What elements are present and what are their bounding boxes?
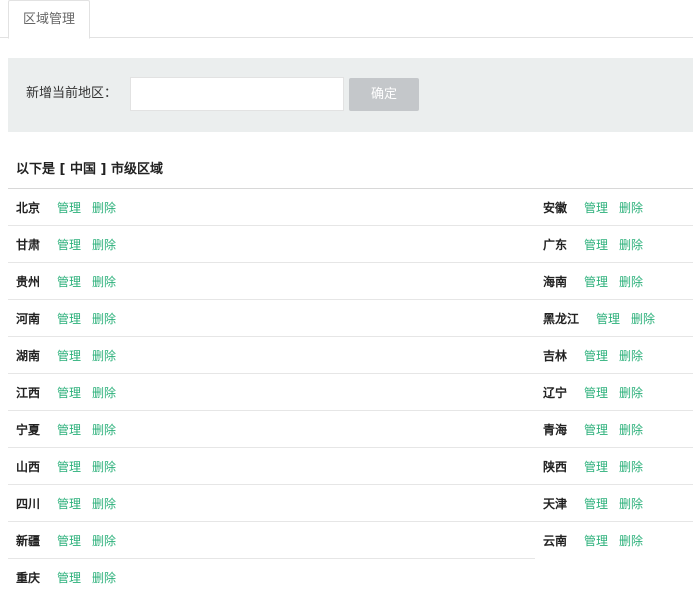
manage-link[interactable]: 管理	[584, 533, 608, 549]
region-row: 天津 管理 删除	[535, 485, 693, 522]
region-name-input[interactable]	[130, 77, 344, 111]
delete-link[interactable]: 删除	[619, 459, 643, 475]
region-name: 江西	[16, 386, 41, 400]
manage-link[interactable]: 管理	[57, 237, 81, 253]
region-row: 江西 管理 删除	[8, 374, 535, 411]
region-name: 贵州	[16, 275, 41, 289]
add-region-panel: 新增当前地区： 确定	[8, 58, 693, 132]
manage-link[interactable]: 管理	[57, 311, 81, 327]
add-region-label: 新增当前地区：	[26, 86, 118, 101]
manage-link[interactable]: 管理	[57, 274, 81, 290]
region-row: 贵州 管理 删除	[8, 263, 535, 300]
region-row: 云南 管理 删除	[535, 522, 693, 559]
delete-link[interactable]: 删除	[92, 385, 116, 401]
region-row: 安徽 管理 删除	[535, 189, 693, 226]
delete-link[interactable]: 删除	[92, 459, 116, 475]
region-list-right: 安徽 管理 删除 广东 管理 删除 海南 管理 删除 黑龙江 管理 删除 吉林 管理 删除 辽宁 管理 删除 青海管…	[535, 189, 693, 559]
region-row: 黑龙江 管理 删除	[535, 300, 693, 337]
delete-link[interactable]: 删除	[92, 422, 116, 438]
manage-link[interactable]: 管理	[584, 459, 608, 475]
region-row: 宁夏 管理 删除	[8, 411, 535, 448]
region-name: 广东	[543, 238, 568, 252]
delete-link[interactable]: 删除	[631, 311, 655, 327]
tab-bar: 区域管理	[0, 0, 693, 39]
manage-link[interactable]: 管理	[57, 200, 81, 216]
region-name: 海南	[543, 275, 568, 289]
region-row: 重庆 管理 删除	[8, 559, 535, 596]
region-name: 湖南	[16, 349, 41, 363]
delete-link[interactable]: 删除	[619, 422, 643, 438]
region-row: 陕西 管理 删除	[535, 448, 693, 485]
region-name: 辽宁	[543, 386, 568, 400]
region-name: 新疆	[16, 534, 41, 548]
manage-link[interactable]: 管理	[57, 422, 81, 438]
delete-link[interactable]: 删除	[619, 348, 643, 364]
region-name: 吉林	[543, 349, 568, 363]
region-name: 重庆	[16, 571, 41, 585]
delete-link[interactable]: 删除	[619, 533, 643, 549]
region-name: 青海	[543, 423, 568, 437]
region-name: 天津	[543, 497, 568, 511]
manage-link[interactable]: 管理	[596, 311, 620, 327]
manage-link[interactable]: 管理	[57, 533, 81, 549]
region-list-left: 北京 管理 删除 甘肃 管理 删除 贵州 管理 删除 河南 管理 删除 湖南 管理 删除 江西 管理 删除 宁夏 管理…	[8, 189, 535, 596]
delete-link[interactable]: 删除	[619, 237, 643, 253]
region-name: 安徽	[543, 201, 568, 215]
manage-link[interactable]: 管理	[57, 570, 81, 586]
confirm-button[interactable]: 确定	[349, 78, 419, 111]
region-name: 北京	[16, 201, 41, 215]
region-row: 新疆 管理 删除	[8, 522, 535, 559]
region-row: 青海 管理 删除	[535, 411, 693, 448]
manage-link[interactable]: 管理	[57, 385, 81, 401]
manage-link[interactable]: 管理	[57, 496, 81, 512]
region-name: 四川	[16, 497, 41, 511]
manage-link[interactable]: 管理	[584, 385, 608, 401]
delete-link[interactable]: 删除	[92, 533, 116, 549]
delete-link[interactable]: 删除	[619, 385, 643, 401]
region-row: 河南 管理 删除	[8, 300, 535, 337]
manage-link[interactable]: 管理	[584, 422, 608, 438]
delete-link[interactable]: 删除	[92, 570, 116, 586]
manage-link[interactable]: 管理	[57, 459, 81, 475]
delete-link[interactable]: 删除	[92, 200, 116, 216]
region-list-title: 以下是 [ 中国 ] 市级区域	[16, 162, 163, 177]
manage-link[interactable]: 管理	[584, 496, 608, 512]
region-row: 甘肃 管理 删除	[8, 226, 535, 263]
region-name: 云南	[543, 534, 568, 548]
delete-link[interactable]: 删除	[619, 496, 643, 512]
region-row: 辽宁 管理 删除	[535, 374, 693, 411]
delete-link[interactable]: 删除	[619, 200, 643, 216]
region-row: 山西 管理 删除	[8, 448, 535, 485]
region-row: 四川 管理 删除	[8, 485, 535, 522]
delete-link[interactable]: 删除	[92, 274, 116, 290]
manage-link[interactable]: 管理	[57, 348, 81, 364]
manage-link[interactable]: 管理	[584, 237, 608, 253]
delete-link[interactable]: 删除	[92, 348, 116, 364]
manage-link[interactable]: 管理	[584, 348, 608, 364]
manage-link[interactable]: 管理	[584, 274, 608, 290]
region-name: 甘肃	[16, 238, 41, 252]
region-name: 陕西	[543, 460, 568, 474]
delete-link[interactable]: 删除	[619, 274, 643, 290]
delete-link[interactable]: 删除	[92, 311, 116, 327]
region-row: 北京 管理 删除	[8, 189, 535, 226]
region-row: 广东 管理 删除	[535, 226, 693, 263]
region-name: 宁夏	[16, 423, 41, 437]
region-row: 吉林 管理 删除	[535, 337, 693, 374]
tab-region-management[interactable]: 区域管理	[8, 0, 90, 39]
delete-link[interactable]: 删除	[92, 237, 116, 253]
region-row: 海南 管理 删除	[535, 263, 693, 300]
region-row: 湖南 管理 删除	[8, 337, 535, 374]
region-name: 山西	[16, 460, 41, 474]
manage-link[interactable]: 管理	[584, 200, 608, 216]
region-name: 河南	[16, 312, 41, 326]
region-name: 黑龙江	[543, 312, 580, 326]
delete-link[interactable]: 删除	[92, 496, 116, 512]
